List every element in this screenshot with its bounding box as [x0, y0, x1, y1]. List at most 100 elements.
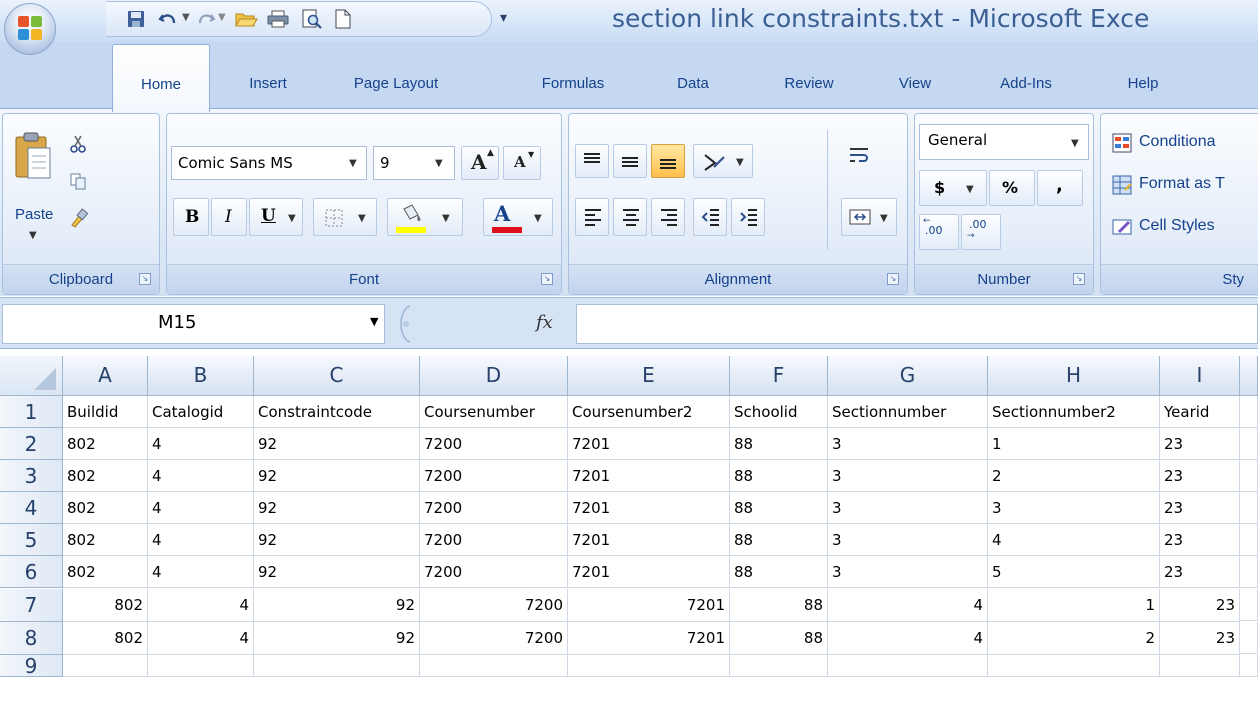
cell-a7[interactable]: 802 [63, 589, 148, 622]
cell-f9[interactable] [730, 655, 828, 677]
currency-button[interactable]: $ ▼ [919, 170, 987, 206]
cell-a1[interactable]: Buildid [63, 396, 148, 428]
cell-i8[interactable]: 23 [1160, 622, 1240, 655]
cell-e8[interactable]: 7201 [568, 622, 730, 655]
paste-button-label[interactable]: Paste [15, 206, 53, 223]
font-launcher-icon[interactable]: ↘ [541, 273, 553, 285]
cell-g6[interactable]: 3 [828, 556, 988, 588]
cell-d2[interactable]: 7200 [420, 428, 568, 460]
cell-c5[interactable]: 92 [254, 524, 420, 556]
cell-c6[interactable]: 92 [254, 556, 420, 588]
decrease-decimal-button[interactable]: .00 → [961, 214, 1001, 250]
cell-g9[interactable] [828, 655, 988, 677]
cell-d6[interactable]: 7200 [420, 556, 568, 588]
cell-i5[interactable]: 23 [1160, 524, 1240, 556]
cell-f8[interactable]: 88 [730, 622, 828, 655]
cell-a8[interactable]: 802 [63, 622, 148, 655]
cell-h8[interactable]: 2 [988, 622, 1160, 655]
cell-c9[interactable] [254, 655, 420, 677]
bottom-align-button[interactable] [651, 144, 685, 178]
cell-c8[interactable]: 92 [254, 622, 420, 655]
cell-i3[interactable]: 23 [1160, 460, 1240, 492]
tab-page-layout[interactable]: Page Layout [330, 44, 462, 112]
tab-review[interactable]: Review [764, 44, 854, 112]
row-header-6[interactable]: 6 [0, 556, 63, 588]
cell-e1[interactable]: Coursenumber2 [568, 396, 730, 428]
new-document-icon[interactable] [332, 9, 354, 29]
cell-h4[interactable]: 3 [988, 492, 1160, 524]
merge-center-button[interactable]: ▼ [841, 198, 897, 236]
cell-styles-button[interactable]: Cell Styles [1107, 212, 1258, 244]
save-icon[interactable] [126, 9, 146, 29]
cell-d5[interactable]: 7200 [420, 524, 568, 556]
column-header-a[interactable]: A [63, 356, 148, 396]
orientation-button[interactable]: ▼ [693, 144, 753, 178]
column-header-h[interactable]: H [988, 356, 1160, 396]
cell-e4[interactable]: 7201 [568, 492, 730, 524]
cell-f4[interactable]: 88 [730, 492, 828, 524]
cell-e9[interactable] [568, 655, 730, 677]
open-folder-icon[interactable] [234, 9, 258, 29]
cell-d3[interactable]: 7200 [420, 460, 568, 492]
redo-dropdown-icon[interactable]: ▼ [218, 12, 226, 23]
tab-add-ins[interactable]: Add-Ins [978, 44, 1074, 112]
cell-c3[interactable]: 92 [254, 460, 420, 492]
font-name-box[interactable]: Comic Sans MS [171, 146, 367, 180]
align-right-button[interactable] [651, 198, 685, 236]
insert-function-icon[interactable]: fx [536, 312, 553, 333]
cell-e5[interactable]: 7201 [568, 524, 730, 556]
cell-g5[interactable]: 3 [828, 524, 988, 556]
column-header-i[interactable]: I [1160, 356, 1240, 396]
cell-h6[interactable]: 5 [988, 556, 1160, 588]
font-size-dropdown-icon[interactable]: ▼ [435, 158, 443, 169]
cell-d9[interactable] [420, 655, 568, 677]
cell-b8[interactable]: 4 [148, 622, 254, 655]
cell-f5[interactable]: 88 [730, 524, 828, 556]
cell-i6[interactable]: 23 [1160, 556, 1240, 588]
undo-dropdown-icon[interactable]: ▼ [182, 12, 190, 23]
customize-qat-icon[interactable]: ▾ [500, 10, 507, 26]
middle-align-button[interactable] [613, 144, 647, 178]
cell-g1[interactable]: Sectionnumber [828, 396, 988, 428]
cell-b7[interactable]: 4 [148, 589, 254, 622]
cell-d8[interactable]: 7200 [420, 622, 568, 655]
cell-b5[interactable]: 4 [148, 524, 254, 556]
cell-b9[interactable] [148, 655, 254, 677]
align-center-button[interactable] [613, 198, 647, 236]
number-format-dropdown-icon[interactable]: ▼ [1071, 138, 1079, 149]
number-launcher-icon[interactable]: ↘ [1073, 273, 1085, 285]
cell-c2[interactable]: 92 [254, 428, 420, 460]
cell-i7[interactable]: 23 [1160, 589, 1240, 622]
tab-insert[interactable]: Insert [226, 44, 310, 112]
cut-icon[interactable] [69, 134, 87, 154]
increase-decimal-button[interactable]: .00 ← [919, 214, 959, 250]
tab-help[interactable]: Help [1110, 44, 1176, 112]
name-box[interactable]: M15 [2, 304, 385, 344]
cell-a3[interactable]: 802 [63, 460, 148, 492]
tab-formulas[interactable]: Formulas [518, 44, 628, 112]
cell-c1[interactable]: Constraintcode [254, 396, 420, 428]
cell-e3[interactable]: 7201 [568, 460, 730, 492]
format-as-table-button[interactable]: Format as T [1107, 170, 1258, 202]
comma-button[interactable]: , [1037, 170, 1083, 206]
cell-b6[interactable]: 4 [148, 556, 254, 588]
shrink-font-button[interactable]: A ▼ [503, 146, 541, 180]
paste-icon[interactable] [13, 132, 53, 180]
column-header-f[interactable]: F [730, 356, 828, 396]
column-header-g[interactable]: G [828, 356, 988, 396]
cell-g7[interactable]: 4 [828, 589, 988, 622]
cell-i2[interactable]: 23 [1160, 428, 1240, 460]
name-box-dropdown-icon[interactable]: ▼ [370, 315, 378, 328]
cell-h5[interactable]: 4 [988, 524, 1160, 556]
cell-f3[interactable]: 88 [730, 460, 828, 492]
tab-home[interactable]: Home [112, 44, 210, 112]
format-painter-icon[interactable] [69, 208, 89, 228]
print-preview-icon[interactable] [300, 9, 324, 29]
cell-b3[interactable]: 4 [148, 460, 254, 492]
cell-d1[interactable]: Coursenumber [420, 396, 568, 428]
select-all-corner[interactable] [0, 356, 63, 396]
row-header-1[interactable]: 1 [0, 396, 63, 428]
cell-f2[interactable]: 88 [730, 428, 828, 460]
cell-i9[interactable] [1160, 655, 1240, 677]
wrap-text-icon[interactable] [847, 144, 871, 168]
